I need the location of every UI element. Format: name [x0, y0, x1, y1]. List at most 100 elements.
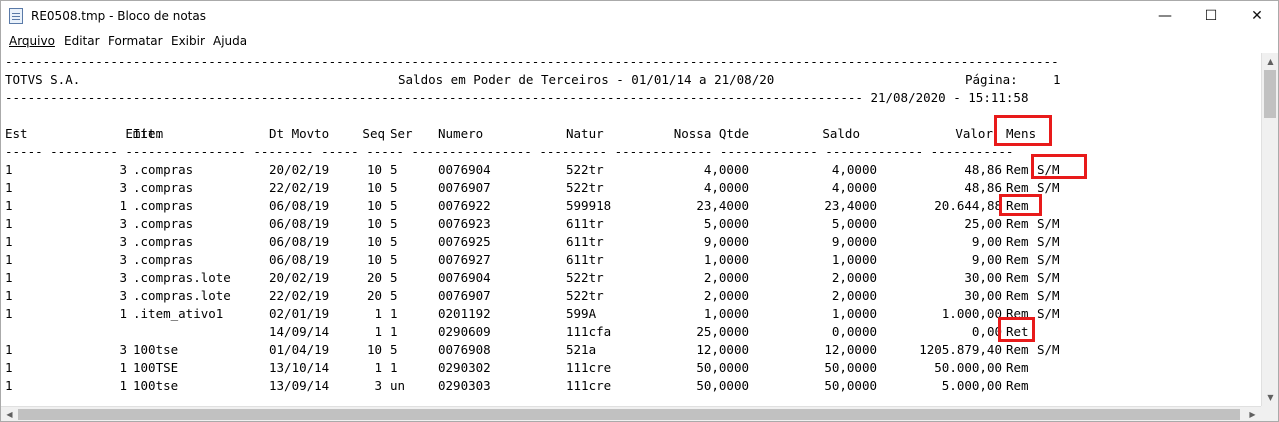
cell-est: 1 — [5, 198, 13, 213]
cell-seq: 1 — [374, 306, 382, 321]
cell-dt: 14/09/14 — [269, 324, 330, 339]
table-row: 1 1 100TSE 13/10/14 1 1 0290302 111cre 50,0000 50… — [5, 359, 1205, 377]
column-header: Ser — [390, 126, 413, 141]
cell-mens1: Rem — [1006, 288, 1029, 303]
column-header: Item — [133, 126, 164, 141]
table-row: 1 3 .compras 06/08/19 10 5 0076925 611tr 9,0000 9… — [5, 233, 1205, 251]
scroll-up-icon[interactable]: ▲ — [1262, 53, 1278, 70]
scroll-left-icon[interactable]: ◀ — [1, 406, 18, 421]
menu-bar: Arquivo Editar Formatar Exibir Ajuda — [1, 32, 1278, 52]
title-bar[interactable]: RE0508.tmp - Bloco de notas — ☐ ✕ — [1, 1, 1278, 31]
cell-numero: 0076927 — [438, 252, 491, 267]
cell-emit: 3 — [119, 180, 127, 195]
cell-saldo: 2,0000 — [831, 270, 877, 285]
horizontal-scrollbar[interactable]: ◀ ▶ — [1, 406, 1261, 421]
cell-natur: 611tr — [566, 234, 604, 249]
column-header: Nossa Qtde — [673, 126, 749, 141]
menu-formatar[interactable]: Formatar — [108, 34, 163, 48]
cell-qtde: 1,0000 — [703, 306, 749, 321]
cell-valor: 25,00 — [964, 216, 1002, 231]
cell-ser: 1 — [390, 306, 398, 321]
table-row: 1 3 .compras.lote 20/02/19 20 5 0076904 522tr 2,… — [5, 269, 1205, 287]
company-name: TOTVS S.A. — [5, 72, 81, 87]
cell-est: 1 — [5, 216, 13, 231]
cell-saldo: 5,0000 — [831, 216, 877, 231]
maximize-button[interactable]: ☐ — [1188, 1, 1234, 31]
cell-qtde: 25,0000 — [696, 324, 749, 339]
menu-editar[interactable]: Editar — [64, 34, 100, 48]
cell-valor: 1.000,00 — [941, 306, 1002, 321]
cell-saldo: 2,0000 — [831, 288, 877, 303]
cell-qtde: 23,4000 — [696, 198, 749, 213]
cell-natur: 611tr — [566, 216, 604, 231]
column-header: Dt Movto — [269, 126, 330, 141]
column-header: Natur — [566, 126, 604, 141]
page-label: Página: — [965, 72, 1018, 87]
menu-exibir-label: Exibir — [171, 34, 205, 48]
cell-seq: 10 — [366, 234, 382, 249]
cell-seq: 10 — [366, 198, 382, 213]
cell-est: 1 — [5, 270, 13, 285]
cell-seq: 20 — [366, 288, 382, 303]
text-editor[interactable]: ----------------------------------------… — [1, 53, 1261, 406]
minimize-button[interactable]: — — [1142, 1, 1188, 31]
cell-est: 1 — [5, 342, 13, 357]
cell-valor: 30,00 — [964, 270, 1002, 285]
cell-dt: 01/04/19 — [269, 342, 330, 357]
menu-editar-label: Editar — [64, 34, 100, 48]
window-title: RE0508.tmp - Bloco de notas — [31, 9, 206, 23]
cell-mens2: S/M — [1037, 234, 1060, 249]
cell-mens1: Rem — [1006, 360, 1029, 375]
cell-est: 1 — [5, 360, 13, 375]
cell-dt: 13/10/14 — [269, 360, 330, 375]
cell-item: .compras — [133, 162, 194, 177]
highlight-sm — [1031, 154, 1087, 179]
column-header: Saldo — [822, 126, 860, 141]
cell-natur: 111cre — [566, 360, 612, 375]
scroll-right-icon[interactable]: ▶ — [1244, 406, 1261, 421]
table-row: 1 3 .compras 06/08/19 10 5 0076923 611tr 5,0000 5… — [5, 215, 1205, 233]
cell-seq: 1 — [374, 360, 382, 375]
cell-qtde: 2,0000 — [703, 270, 749, 285]
cell-valor: 48,86 — [964, 162, 1002, 177]
cell-emit: 3 — [119, 342, 127, 357]
cell-ser: 5 — [390, 216, 398, 231]
cell-emit: 1 — [119, 198, 127, 213]
cell-natur: 111cfa — [566, 324, 612, 339]
cell-est: 1 — [5, 306, 13, 321]
cell-qtde: 12,0000 — [696, 342, 749, 357]
cell-valor: 5.000,00 — [941, 378, 1002, 393]
cell-valor: 9,00 — [971, 234, 1002, 249]
cell-numero: 0076908 — [438, 342, 491, 357]
cell-item: 100tse — [133, 378, 179, 393]
menu-ajuda-label: Ajuda — [213, 34, 248, 48]
cell-item: .compras — [133, 234, 194, 249]
cell-dt: 20/02/19 — [269, 162, 330, 177]
scroll-down-icon[interactable]: ▼ — [1262, 389, 1278, 406]
cell-numero: 0201192 — [438, 306, 491, 321]
header-dashes: ----- --------- ---------------- -------… — [5, 144, 1014, 159]
vertical-scroll-thumb[interactable] — [1264, 70, 1276, 118]
cell-item: .compras — [133, 252, 194, 267]
menu-arquivo[interactable]: Arquivo — [9, 34, 55, 48]
cell-mens1: Rem — [1006, 234, 1029, 249]
menu-exibir[interactable]: Exibir — [171, 34, 205, 48]
cell-natur: 521a — [566, 342, 597, 357]
cell-saldo: 4,0000 — [831, 162, 877, 177]
table-row: 1 1 100tse 13/09/14 3 un 0290303 111cre 50,0000 5… — [5, 377, 1205, 395]
cell-saldo: 1,0000 — [831, 252, 877, 267]
cell-dt: 06/08/19 — [269, 198, 330, 213]
notepad-icon — [9, 8, 23, 24]
menu-ajuda[interactable]: Ajuda — [213, 34, 247, 48]
cell-item: .compras — [133, 216, 194, 231]
cell-natur: 522tr — [566, 162, 604, 177]
close-button[interactable]: ✕ — [1234, 1, 1278, 31]
vertical-scrollbar[interactable]: ▲ ▼ — [1261, 53, 1278, 406]
cell-natur: 599918 — [566, 198, 612, 213]
cell-ser: 5 — [390, 162, 398, 177]
cell-emit: 1 — [119, 306, 127, 321]
cell-mens1: Rem — [1006, 270, 1029, 285]
horizontal-scroll-thumb[interactable] — [18, 409, 1240, 420]
cell-qtde: 5,0000 — [703, 216, 749, 231]
cell-emit: 3 — [119, 216, 127, 231]
